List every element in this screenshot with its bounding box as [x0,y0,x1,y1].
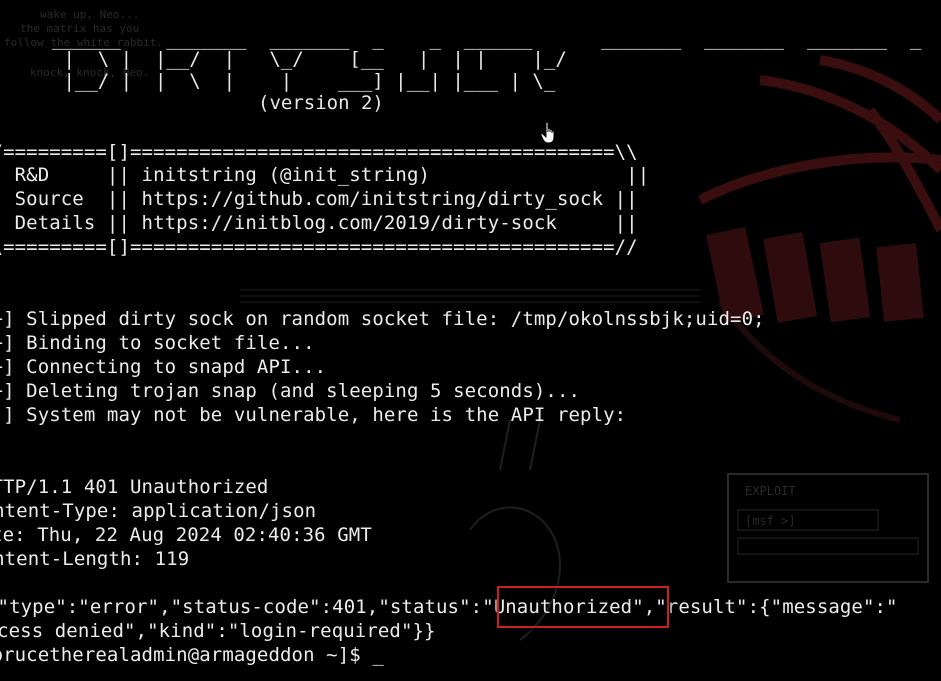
response-body-line-1: {"type":"error","status-code":401,"statu… [0,595,898,619]
info-table-row-rnd: || R&D || initstring (@init_string) || [0,164,650,186]
banner-art-line-2: | \ | |__/ | \_/ [__ | | | |_/ [52,48,579,70]
progress-line-deleting: [+] Deleting trojan snap (and sleeping 5… [0,380,581,402]
banner-art-line-3: |__/ | | \ | | ___] |__| |___ | \_ [52,70,556,92]
hand-pointer-icon [540,121,555,144]
response-content-length: Content-Length: 119 [0,548,190,570]
shell-prompt[interactable]: [brucetherealadmin@armageddon ~]$ _ [0,643,384,667]
prompt-text: [brucetherealadmin@armageddon ~]$ [0,644,373,666]
bg-matrix-line-1: wake up, Neo... [40,8,140,21]
progress-line-slipped: [+] Slipped dirty sock on random socket … [0,308,765,330]
kali-dragon-outline [697,55,941,233]
highlight-annotation-box [497,586,669,628]
banner-version: (version 2) [258,92,384,114]
info-table-bottom-border: \\=========[]===========================… [0,236,638,258]
response-body-line-2: access denied","kind":"login-required"}} [0,620,436,642]
terminal-window[interactable]: wake up, Neo... the matrix has you follo… [0,0,941,681]
banner-art-line-1: ______ _______ _______ _ _ ______ ______… [52,28,941,50]
exploit-panel-prompt: [msf >] [745,514,796,528]
response-date: Date: Thu, 22 Aug 2024 02:40:36 GMT [0,524,372,546]
info-table-row-details: || Details || https://initblog.com/2019/… [0,212,638,234]
response-status-line: HTTP/1.1 401 Unauthorized [0,476,269,498]
response-content-type: Content-Type: application/json [0,500,317,522]
progress-line-connecting: [+] Connecting to snapd API... [0,356,327,378]
response-body-part1: {"type":"error","status-code":401,"statu… [0,596,483,618]
text-cursor: _ [372,644,384,666]
progress-line-warning: [!] System may not be vulnerable, here i… [0,404,627,426]
exploit-panel-label: EXPLOIT [745,484,796,498]
progress-line-binding: [+] Binding to socket file... [0,332,315,354]
info-table-row-source: || Source || https://github.com/initstri… [0,188,638,210]
response-body-part2: ,"result":{"message":" [643,596,898,618]
